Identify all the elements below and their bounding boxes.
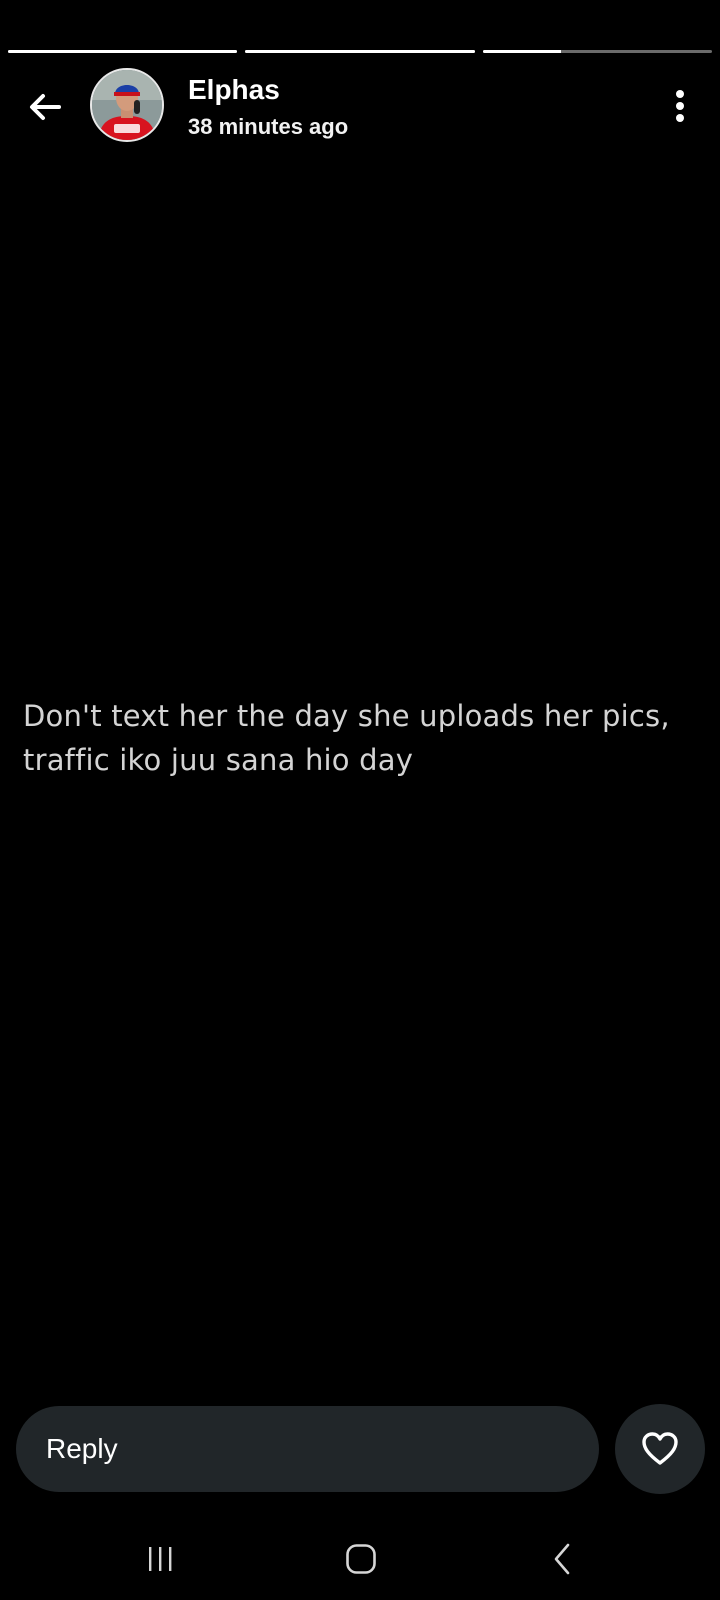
story-progress-segment — [8, 50, 238, 53]
segment-fill — [8, 50, 238, 53]
author-name[interactable]: Elphas — [188, 74, 280, 106]
chevron-left-icon — [554, 1543, 570, 1575]
more-options-button[interactable] — [662, 84, 698, 128]
more-vertical-icon — [676, 90, 684, 122]
segment-fill — [245, 50, 475, 53]
home-button[interactable] — [331, 1536, 391, 1582]
segment-fill — [482, 50, 561, 53]
nav-back-button[interactable] — [533, 1536, 593, 1582]
reply-placeholder: Reply — [46, 1433, 118, 1464]
reply-input[interactable]: Reply — [16, 1406, 599, 1492]
back-button[interactable] — [22, 84, 68, 130]
story-header: Elphas 38 minutes ago — [0, 68, 720, 144]
story-timestamp: 38 minutes ago — [188, 114, 349, 139]
story-progress-segment — [482, 50, 712, 53]
arrow-left-icon — [30, 94, 61, 120]
recent-apps-icon — [149, 1547, 172, 1571]
recent-apps-button[interactable] — [130, 1536, 190, 1582]
story-progress-segment — [245, 50, 475, 53]
story-progress-bar — [8, 50, 712, 53]
story-text: Don't text her the day she uploads her p… — [23, 699, 670, 777]
like-button[interactable] — [615, 1404, 705, 1494]
avatar-image — [92, 70, 162, 140]
system-nav-bar — [0, 1518, 720, 1600]
heart-outline-icon — [642, 1432, 678, 1465]
home-icon — [346, 1544, 376, 1574]
avatar[interactable] — [90, 68, 164, 142]
